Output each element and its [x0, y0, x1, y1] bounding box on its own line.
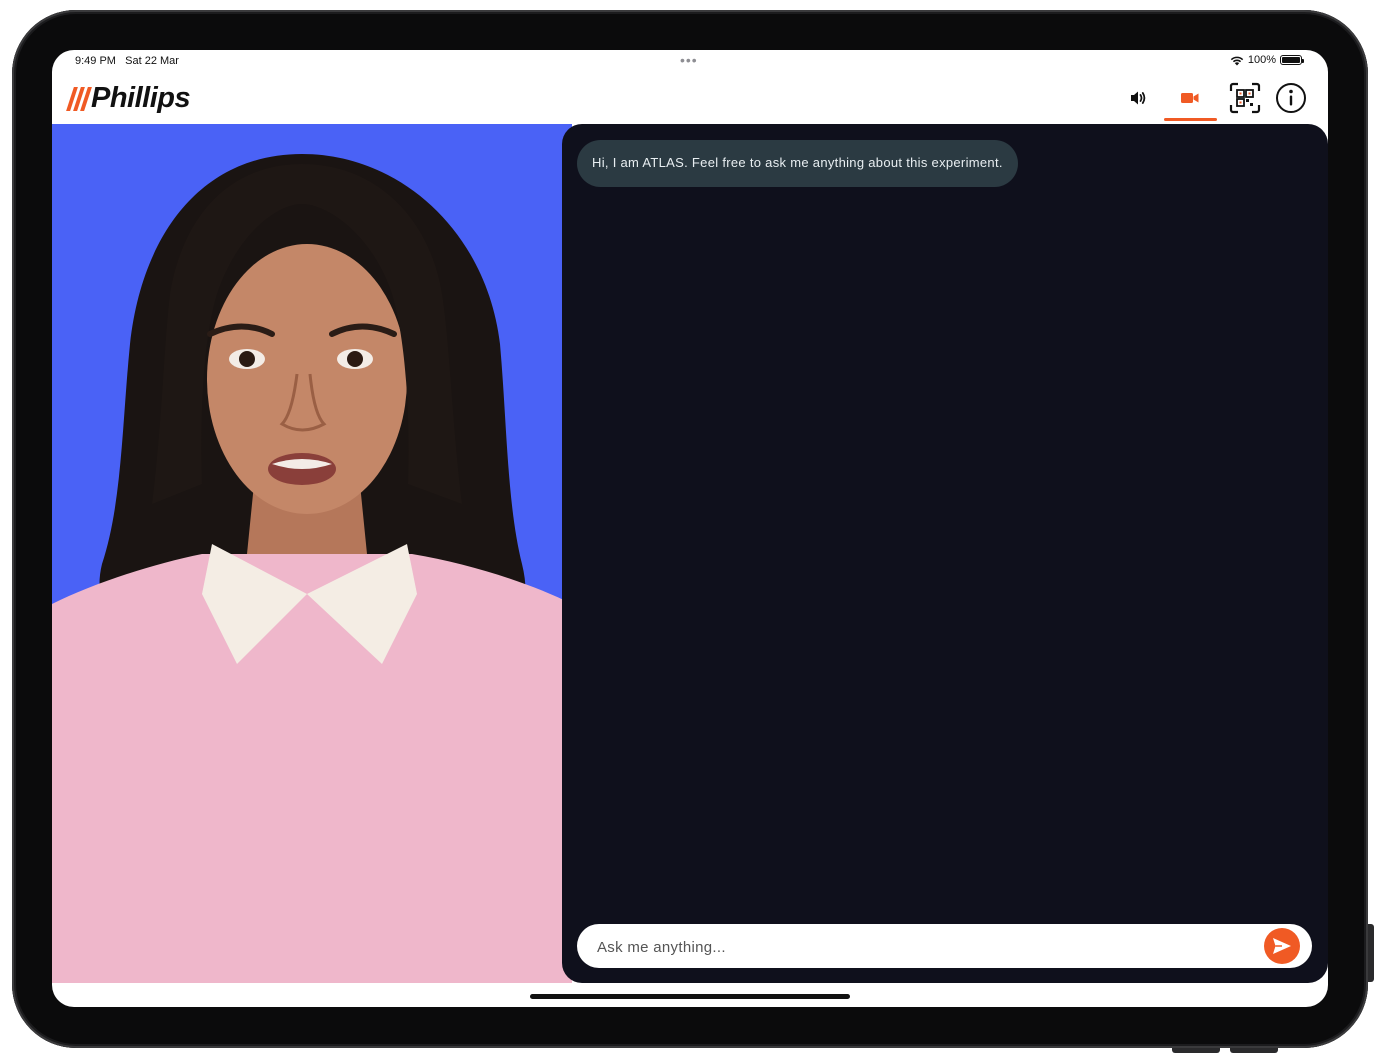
assistant-message-bubble: Hi, I am ATLAS. Feel free to ask me anyt… — [577, 140, 1018, 187]
video-camera-icon — [1181, 93, 1199, 103]
active-tab-indicator — [1164, 118, 1217, 121]
volume-button — [1172, 1048, 1220, 1053]
info-button[interactable] — [1271, 78, 1311, 118]
logo-stripes-icon — [66, 86, 92, 111]
qr-scan-button[interactable] — [1225, 78, 1265, 118]
qr-code-scan-icon — [1229, 82, 1261, 114]
chat-input[interactable] — [595, 924, 1249, 970]
multitasking-dots-icon[interactable]: ••• — [680, 52, 698, 68]
chat-input-container — [577, 924, 1312, 970]
volume-button — [1230, 1048, 1278, 1053]
side-button — [1368, 924, 1374, 982]
screen: 9:49 PM Sat 22 Mar ••• 100% Phillips Hi,… — [52, 50, 1328, 1007]
home-indicator[interactable] — [530, 994, 850, 999]
wifi-icon — [1230, 56, 1244, 65]
send-button[interactable] — [1264, 928, 1300, 964]
battery-icon — [1280, 55, 1304, 65]
status-time: 9:49 PM — [75, 55, 116, 67]
speaker-icon — [1131, 91, 1146, 105]
status-indicators: 100% — [1230, 54, 1304, 66]
battery-percent: 100% — [1247, 54, 1276, 66]
info-icon — [1276, 83, 1306, 113]
phillips-logo: Phillips — [66, 82, 191, 115]
status-time-date: 9:49 PM Sat 22 Mar — [75, 55, 179, 67]
status-date: Sat 22 Mar — [125, 55, 179, 67]
avatar-figure — [52, 154, 572, 983]
avatar-video — [52, 124, 572, 983]
chat-panel: Hi, I am ATLAS. Feel free to ask me anyt… — [562, 124, 1328, 983]
send-icon — [1273, 938, 1291, 954]
status-bar: 9:49 PM Sat 22 Mar ••• 100% — [52, 50, 1328, 72]
speaker-button[interactable] — [1118, 78, 1158, 118]
app-header: Phillips — [52, 72, 1328, 124]
video-camera-button[interactable] — [1170, 78, 1210, 118]
logo-text: Phillips — [91, 82, 191, 114]
